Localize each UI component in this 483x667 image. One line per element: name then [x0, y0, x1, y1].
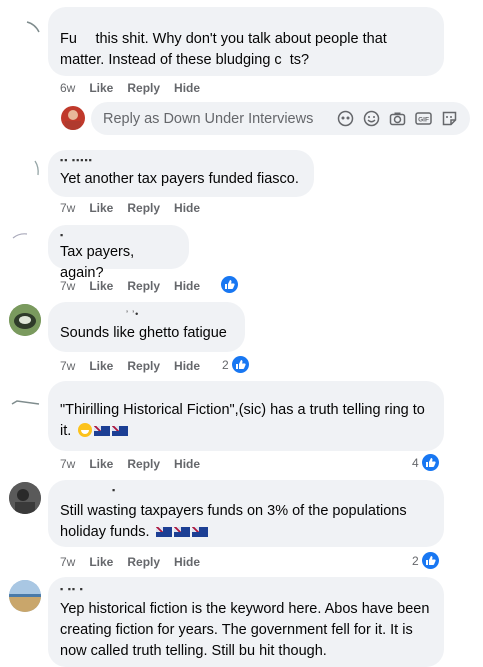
comment-time[interactable]: 7w [60, 201, 75, 215]
comment-author[interactable]: ▪ [112, 485, 116, 497]
like-button[interactable]: Like [89, 81, 113, 95]
australia-flag-emoji [173, 527, 190, 538]
reaction-count-number: 2 [222, 357, 229, 372]
reply-button[interactable]: Reply [127, 279, 160, 293]
reaction-count[interactable]: 4 [412, 454, 439, 471]
camera-icon[interactable] [389, 110, 406, 127]
comment-text: "Thirilling Historical Fiction",(sic) ha… [60, 400, 432, 442]
australia-flag-emoji [94, 426, 111, 437]
reply-button[interactable]: Reply [127, 457, 160, 471]
commenter-avatar-image [34, 160, 39, 176]
reply-input[interactable] [103, 110, 337, 127]
commenter-avatar-image [9, 580, 41, 612]
hide-button[interactable]: Hide [174, 201, 200, 215]
commenter-avatar-image [12, 233, 28, 239]
comment-author[interactable]: ▪ ▪▪ ▪ [60, 584, 84, 596]
comment-actions: 7w Like Reply Hide [60, 279, 214, 293]
comment-bubble: ▪▪ ▪▪▪▪▪ Yet another tax payers funded f… [48, 150, 314, 197]
reply-button[interactable]: Reply [127, 201, 160, 215]
gif-icon[interactable]: GIF [415, 110, 432, 127]
hide-button[interactable]: Hide [174, 359, 200, 373]
reply-tools: GIF [337, 110, 458, 127]
like-button[interactable]: Like [89, 359, 113, 373]
comment-author[interactable]: ’ ’• [126, 309, 139, 321]
commenter-avatar-image [9, 304, 41, 336]
comment-text: Still wasting taxpayers funds on 3% of t… [60, 501, 432, 543]
australia-flag-emoji [112, 426, 129, 437]
thumbs-up-icon [421, 454, 439, 471]
avatar[interactable] [9, 304, 41, 336]
avatar[interactable] [9, 10, 41, 42]
avatar-frame-icon[interactable] [337, 110, 354, 127]
comment-actions: 7w Like Reply Hide [60, 457, 214, 471]
reaction-count[interactable]: 2 [412, 552, 439, 569]
reply-composer: GIF [91, 102, 470, 135]
comment-time[interactable]: 7w [60, 279, 75, 293]
user-avatar-image [65, 110, 81, 130]
comment-bubble: Fu this shit. Why don't you talk about p… [48, 7, 444, 76]
avatar[interactable] [9, 230, 41, 262]
reaction-count-number: 4 [412, 455, 419, 470]
reaction-count-number: 2 [412, 553, 419, 568]
avatar[interactable] [9, 580, 41, 612]
thumbs-up-icon [421, 552, 439, 569]
comment-bubble: "Thirilling Historical Fiction",(sic) ha… [48, 381, 444, 451]
hide-button[interactable]: Hide [174, 457, 200, 471]
comment-text: Fu this shit. Why don't you talk about p… [60, 31, 387, 68]
like-button[interactable]: Like [89, 555, 113, 569]
grinning-face-emoji [78, 423, 93, 437]
avatar[interactable] [9, 482, 41, 514]
like-button[interactable]: Like [89, 279, 113, 293]
smiley-icon[interactable] [363, 110, 380, 127]
comment-bubble: ’ ’• Sounds like ghetto fatigue [48, 302, 245, 352]
comment-actions: 7w Like Reply Hide [60, 555, 214, 569]
reaction-count[interactable] [218, 276, 238, 293]
reply-button[interactable]: Reply [127, 555, 160, 569]
avatar[interactable] [9, 386, 41, 418]
reply-button[interactable]: Reply [127, 81, 160, 95]
australia-flag-emoji [155, 527, 172, 538]
commenter-avatar-image [11, 400, 40, 405]
comment-actions: 7w Like Reply Hide [60, 359, 214, 373]
svg-text:GIF: GIF [418, 117, 429, 124]
comment-bubble: ▪ Still wasting taxpayers funds on 3% of… [48, 480, 444, 547]
reaction-count[interactable]: 2 [222, 356, 249, 373]
comment-text-content: Still wasting taxpayers funds on 3% of t… [60, 503, 407, 540]
avatar[interactable] [9, 155, 41, 187]
comment-bubble: ▪ ▪▪ ▪ Yep historical fiction is the key… [48, 577, 444, 667]
hide-button[interactable]: Hide [174, 555, 200, 569]
comment-time[interactable]: 7w [60, 457, 75, 471]
hide-button[interactable]: Hide [174, 81, 200, 95]
comment-text: Tax payers, again? [60, 244, 135, 281]
thumbs-up-icon [221, 276, 238, 293]
sticker-icon[interactable] [441, 110, 458, 127]
comment-text: Yet another tax payers funded fiasco. [60, 171, 299, 187]
comment-author[interactable]: ▪ [60, 230, 64, 242]
comment-time[interactable]: 6w [60, 81, 75, 95]
comment-author[interactable]: ▪▪ ▪▪▪▪▪ [60, 155, 93, 167]
hide-button[interactable]: Hide [174, 279, 200, 293]
comment-actions: 7w Like Reply Hide [60, 201, 214, 215]
commenter-avatar-image [26, 21, 40, 33]
reply-button[interactable]: Reply [127, 359, 160, 373]
comment-time[interactable]: 7w [60, 359, 75, 373]
reply-avatar [61, 106, 85, 130]
comment-text: Yep historical fiction is the keyword he… [60, 601, 430, 659]
like-button[interactable]: Like [89, 201, 113, 215]
comment-text: Sounds like ghetto fatigue [60, 325, 227, 341]
commenter-avatar-image [9, 482, 41, 514]
like-button[interactable]: Like [89, 457, 113, 471]
comment-bubble: ▪ Tax payers, again? [48, 225, 189, 281]
comment-actions: 6w Like Reply Hide [60, 81, 214, 95]
thumbs-up-icon [231, 356, 249, 373]
australia-flag-emoji [191, 527, 208, 538]
comment-time[interactable]: 7w [60, 555, 75, 569]
